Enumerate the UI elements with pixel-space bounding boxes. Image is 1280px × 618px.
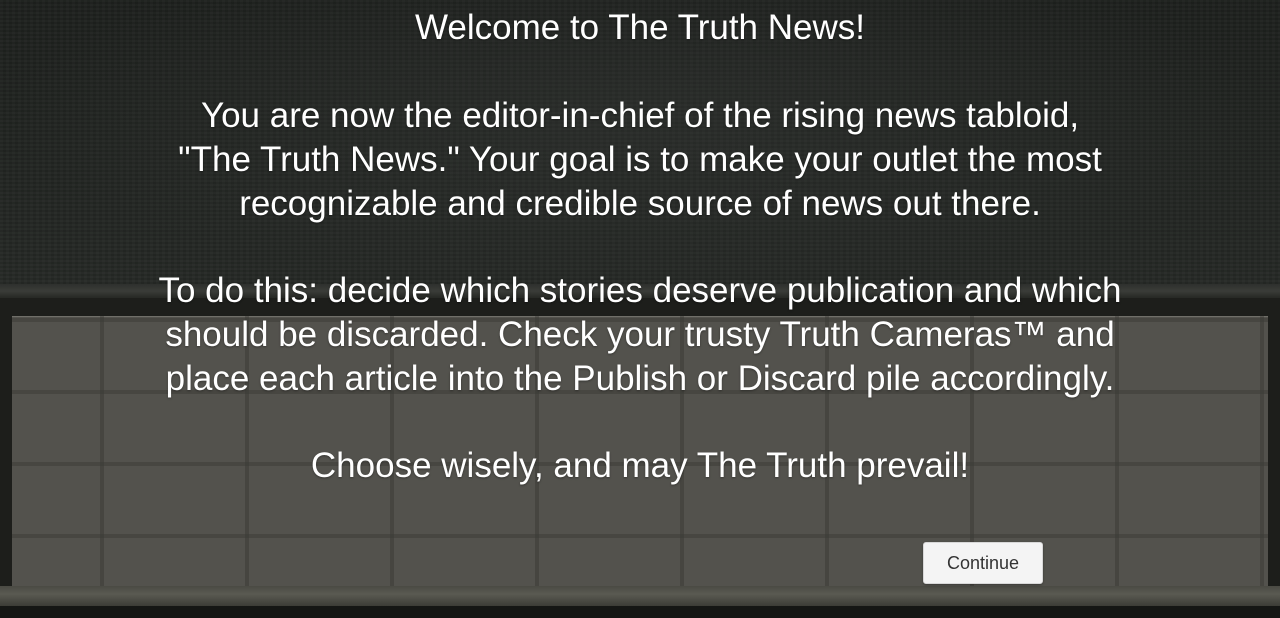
intro-dialog: Welcome to The Truth News! You are now t… — [0, 0, 1280, 618]
intro-paragraph-line: You are now the editor-in-chief of the r… — [200, 96, 1080, 135]
instructions-paragraph-line: place each article into the Publish or D… — [165, 359, 1115, 398]
closing-line: Choose wisely, and may The Truth prevail… — [310, 446, 970, 485]
instructions-paragraph-line: should be discarded. Check your trusty T… — [165, 315, 1115, 354]
continue-button[interactable]: Continue — [923, 542, 1043, 584]
instructions-paragraph-line: To do this: decide which stories deserve… — [158, 271, 1122, 310]
dialog-title: Welcome to The Truth News! — [415, 8, 865, 47]
intro-paragraph-line: "The Truth News." Your goal is to make y… — [178, 140, 1102, 179]
intro-paragraph-line: recognizable and credible source of news… — [239, 184, 1041, 223]
